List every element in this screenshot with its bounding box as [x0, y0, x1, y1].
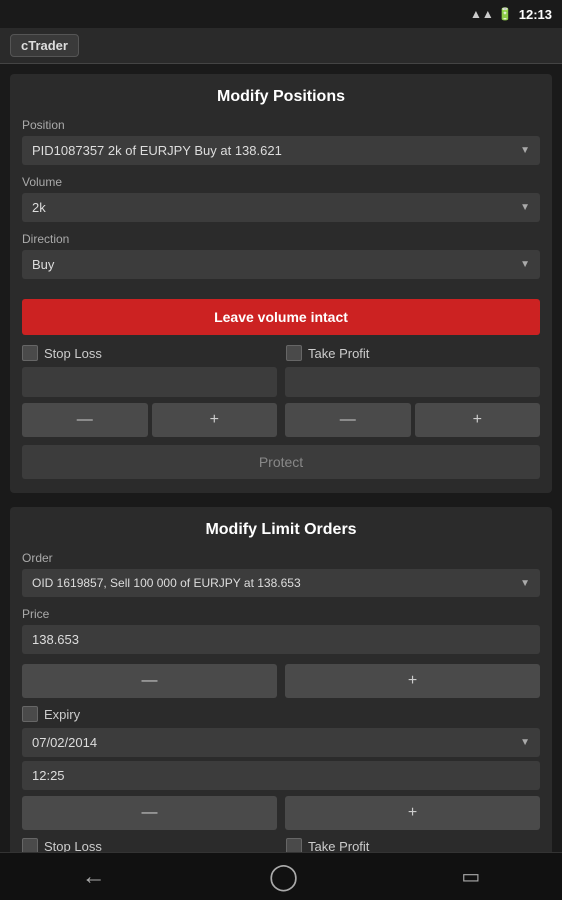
stop-loss-checkbox-item: Stop Loss — [22, 345, 276, 361]
time-input[interactable]: 12:25 — [22, 761, 540, 790]
status-bar: ▲▲ 🔋 12:13 — [0, 0, 562, 28]
expiry-checkbox[interactable] — [22, 706, 38, 722]
limit-take-profit-label: Take Profit — [308, 839, 369, 853]
price-plus-button[interactable]: + — [285, 664, 540, 698]
limit-stop-loss-label: Stop Loss — [44, 839, 102, 853]
direction-select[interactable]: Buy ▼ — [22, 250, 540, 279]
take-profit-stepper: — + — [285, 403, 540, 437]
limit-stop-loss-checkbox[interactable] — [22, 838, 38, 852]
limit-sl-tp-checkbox-row: Stop Loss Take Profit — [22, 838, 540, 852]
volume-chevron-icon: ▼ — [520, 202, 530, 213]
take-profit-input[interactable] — [285, 367, 540, 397]
stop-loss-plus-button[interactable]: + — [152, 403, 278, 437]
order-label: Order — [22, 551, 540, 565]
price-steppers: — + — [22, 664, 540, 698]
date-select[interactable]: 07/02/2014 ▼ — [22, 728, 540, 757]
order-field-group: Order OID 1619857, Sell 100 000 of EURJP… — [22, 551, 540, 597]
modify-positions-title: Modify Positions — [22, 88, 540, 106]
expiry-label: Expiry — [44, 707, 80, 722]
wifi-icon: ▲▲ — [470, 7, 494, 21]
stop-loss-stepper: — + — [22, 403, 277, 437]
order-value: OID 1619857, Sell 100 000 of EURJPY at 1… — [32, 576, 301, 590]
app-title-button[interactable]: cTrader — [10, 34, 79, 57]
limit-stop-loss-checkbox-item: Stop Loss — [22, 838, 276, 852]
price-field-group: Price 138.653 — [22, 607, 540, 654]
direction-field-group: Direction Buy ▼ — [22, 232, 540, 279]
sl-tp-checkbox-row: Stop Loss Take Profit — [22, 345, 540, 361]
status-icons: ▲▲ 🔋 — [470, 7, 513, 21]
volume-label: Volume — [22, 175, 540, 189]
limit-take-profit-checkbox[interactable] — [286, 838, 302, 852]
protect-button[interactable]: Protect — [22, 445, 540, 479]
price-input[interactable]: 138.653 — [22, 625, 540, 654]
back-button[interactable]: ← — [82, 863, 106, 891]
time-minus-button[interactable]: — — [22, 796, 277, 830]
status-time: 12:13 — [519, 7, 552, 22]
stop-loss-label: Stop Loss — [44, 346, 102, 361]
sl-tp-steppers: — + — + — [22, 403, 540, 437]
stop-loss-input[interactable] — [22, 367, 277, 397]
order-chevron-icon: ▼ — [520, 578, 530, 589]
time-steppers: — + — [22, 796, 540, 830]
date-value: 07/02/2014 — [32, 735, 97, 750]
sl-plus-icon: + — [210, 411, 219, 429]
order-select[interactable]: OID 1619857, Sell 100 000 of EURJPY at 1… — [22, 569, 540, 597]
sl-minus-icon: — — [77, 411, 93, 429]
battery-icon: 🔋 — [498, 7, 513, 21]
take-profit-checkbox[interactable] — [286, 345, 302, 361]
modify-limit-orders-title: Modify Limit Orders — [22, 521, 540, 539]
volume-field-group: Volume 2k ▼ — [22, 175, 540, 222]
position-chevron-icon: ▼ — [520, 145, 530, 156]
position-label: Position — [22, 118, 540, 132]
take-profit-checkbox-item: Take Profit — [286, 345, 540, 361]
price-label: Price — [22, 607, 540, 621]
price-minus-button[interactable]: — — [22, 664, 277, 698]
recent-apps-button[interactable]: ▭ — [461, 864, 480, 889]
home-button[interactable]: ◯ — [269, 861, 298, 892]
date-chevron-icon: ▼ — [520, 737, 530, 748]
limit-take-profit-checkbox-item: Take Profit — [286, 838, 540, 852]
take-profit-minus-button[interactable]: — — [285, 403, 411, 437]
tp-plus-icon: + — [473, 411, 482, 429]
tp-minus-icon: — — [340, 411, 356, 429]
direction-chevron-icon: ▼ — [520, 259, 530, 270]
direction-label: Direction — [22, 232, 540, 246]
nav-bar: ← ◯ ▭ — [0, 852, 562, 900]
app-header: cTrader — [0, 28, 562, 64]
expiry-checkbox-row: Expiry — [22, 706, 540, 722]
take-profit-label: Take Profit — [308, 346, 369, 361]
main-content: Modify Positions Position PID1087357 2k … — [0, 64, 562, 852]
volume-select[interactable]: 2k ▼ — [22, 193, 540, 222]
direction-value: Buy — [32, 257, 54, 272]
position-select[interactable]: PID1087357 2k of EURJPY Buy at 138.621 ▼ — [22, 136, 540, 165]
take-profit-plus-button[interactable]: + — [415, 403, 541, 437]
stop-loss-minus-button[interactable]: — — [22, 403, 148, 437]
position-value: PID1087357 2k of EURJPY Buy at 138.621 — [32, 143, 282, 158]
time-plus-button[interactable]: + — [285, 796, 540, 830]
modify-limit-orders-section: Modify Limit Orders Order OID 1619857, S… — [10, 507, 552, 852]
stop-loss-checkbox[interactable] — [22, 345, 38, 361]
position-field-group: Position PID1087357 2k of EURJPY Buy at … — [22, 118, 540, 165]
modify-positions-section: Modify Positions Position PID1087357 2k … — [10, 74, 552, 493]
leave-volume-button[interactable]: Leave volume intact — [22, 299, 540, 335]
sl-tp-inputs — [22, 367, 540, 397]
volume-value: 2k — [32, 200, 46, 215]
